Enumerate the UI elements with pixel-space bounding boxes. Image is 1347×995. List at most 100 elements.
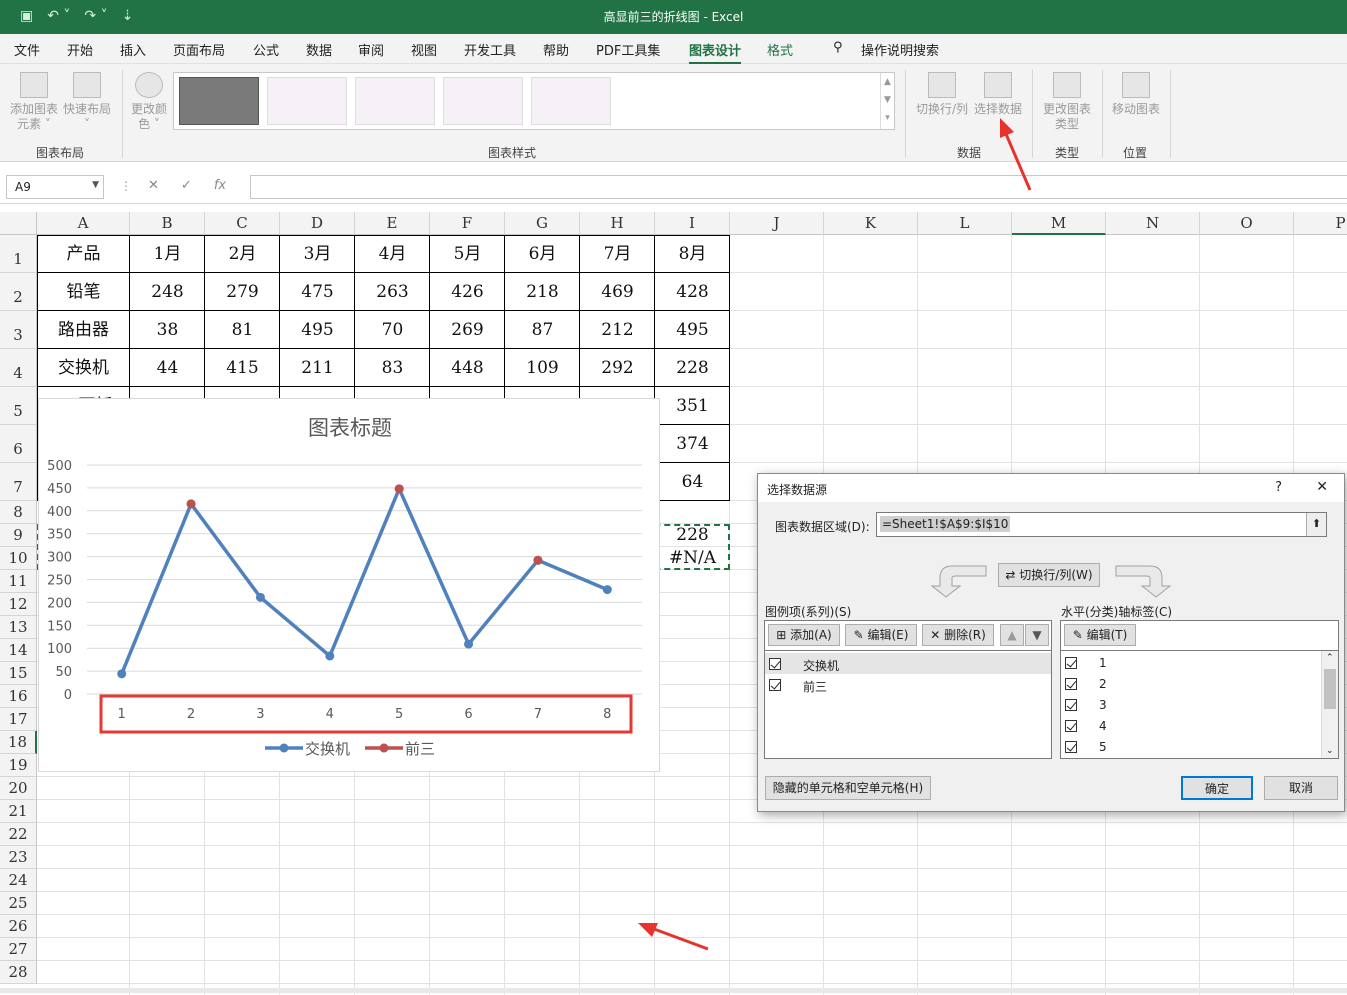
value-cell[interactable]: 495: [280, 311, 355, 349]
tab-data[interactable]: 数据: [306, 40, 332, 59]
column-header-K[interactable]: K: [824, 212, 918, 235]
change-colors-button[interactable]: 更改颜色 ˅: [128, 72, 170, 132]
chart-style-2[interactable]: [267, 77, 347, 125]
value-cell[interactable]: 374: [655, 425, 730, 463]
column-header-D[interactable]: D: [280, 212, 355, 235]
series-list[interactable]: 交换机 前三: [764, 650, 1052, 759]
axis-label-checkbox[interactable]: [1065, 741, 1077, 753]
axis-label-checkbox[interactable]: [1065, 657, 1077, 669]
select-data-button[interactable]: 选择数据: [972, 72, 1024, 117]
tab-help[interactable]: 帮助: [543, 40, 569, 59]
column-header-C[interactable]: C: [205, 212, 280, 235]
value-cell[interactable]: 475: [280, 273, 355, 311]
axis-labels-list[interactable]: ⌃ ⌄ 1 2 3 4 5: [1060, 650, 1339, 759]
scrollbar[interactable]: ⌃ ⌄: [1321, 651, 1338, 758]
scroll-thumb[interactable]: [1324, 669, 1336, 709]
ok-button[interactable]: 确定: [1181, 776, 1253, 800]
remove-series-button[interactable]: ✕ 删除(R): [922, 624, 994, 646]
row-header-24[interactable]: 24: [0, 869, 37, 892]
value-cell[interactable]: 279: [205, 273, 280, 311]
value-cell[interactable]: 81: [205, 311, 280, 349]
dropdown-icon[interactable]: ▼: [92, 180, 99, 190]
row-header-23[interactable]: 23: [0, 846, 37, 869]
tab-developer[interactable]: 开发工具: [464, 40, 516, 59]
switch-row-column-button[interactable]: 切换行/列: [914, 72, 970, 117]
data-range-input[interactable]: =Sheet1!$A$9:$I$10 ⬆: [876, 512, 1327, 537]
row-label-cell[interactable]: 产品: [37, 235, 130, 273]
help-icon[interactable]: ?: [1275, 480, 1282, 495]
row-header-13[interactable]: 13: [0, 616, 37, 639]
column-header-L[interactable]: L: [918, 212, 1012, 235]
axis-label-checkbox[interactable]: [1065, 678, 1077, 690]
edit-series-button[interactable]: ✎ 编辑(E): [845, 624, 917, 646]
row-header-1[interactable]: 1: [0, 235, 37, 273]
cancel-icon[interactable]: ✕: [148, 178, 159, 193]
value-cell[interactable]: 248: [130, 273, 205, 311]
value-cell[interactable]: 1月: [130, 235, 205, 273]
row-header-14[interactable]: 14: [0, 639, 37, 662]
value-cell[interactable]: 269: [430, 311, 505, 349]
column-header-F[interactable]: F: [430, 212, 505, 235]
cancel-button[interactable]: 取消: [1264, 776, 1338, 800]
scroll-down-icon[interactable]: ⌄: [1326, 746, 1334, 756]
quick-layout-button[interactable]: 快速布局 ˅: [62, 72, 112, 132]
confirm-icon[interactable]: ✓: [181, 178, 192, 193]
row-header-21[interactable]: 21: [0, 800, 37, 823]
row-header-4[interactable]: 4: [0, 349, 37, 387]
value-cell[interactable]: 351: [655, 387, 730, 425]
value-cell[interactable]: 64: [655, 463, 730, 501]
value-cell[interactable]: 5月: [430, 235, 505, 273]
row-label-cell[interactable]: 交换机: [37, 349, 130, 387]
value-cell[interactable]: 7月: [580, 235, 655, 273]
row-header-28[interactable]: 28: [0, 961, 37, 984]
row-header-15[interactable]: 15: [0, 662, 37, 685]
value-cell[interactable]: 38: [130, 311, 205, 349]
collapse-icon[interactable]: ⬆: [1306, 513, 1326, 536]
tab-view[interactable]: 视图: [411, 40, 437, 59]
value-cell[interactable]: 3月: [280, 235, 355, 273]
column-header-H[interactable]: H: [580, 212, 655, 235]
select-all-corner[interactable]: [0, 212, 37, 235]
move-down-button[interactable]: ▼: [1025, 624, 1049, 646]
value-cell[interactable]: 292: [580, 349, 655, 387]
value-cell[interactable]: 428: [655, 273, 730, 311]
chart-style-1[interactable]: [179, 77, 259, 125]
series-checkbox[interactable]: [769, 658, 781, 670]
column-header-J[interactable]: J: [730, 212, 824, 235]
column-header-A[interactable]: A: [37, 212, 130, 235]
chart-styles-gallery[interactable]: ▲ ▼ ▾: [173, 72, 895, 130]
name-box[interactable]: A9 ▼: [6, 175, 104, 199]
column-header-B[interactable]: B: [130, 212, 205, 235]
value-cell[interactable]: 218: [505, 273, 580, 311]
value-cell[interactable]: 415: [205, 349, 280, 387]
value-cell[interactable]: 448: [430, 349, 505, 387]
change-chart-type-button[interactable]: 更改图表类型: [1040, 72, 1094, 132]
list-item[interactable]: 前三: [765, 674, 1051, 695]
list-item[interactable]: 5: [1061, 737, 1319, 758]
value-cell[interactable]: 426: [430, 273, 505, 311]
list-item[interactable]: 3: [1061, 695, 1319, 716]
row-header-5[interactable]: 5: [0, 387, 37, 425]
row-header-26[interactable]: 26: [0, 915, 37, 938]
value-cell[interactable]: 83: [355, 349, 430, 387]
tab-insert[interactable]: 插入: [120, 40, 146, 59]
tab-file[interactable]: 文件: [14, 40, 40, 59]
row-header-27[interactable]: 27: [0, 938, 37, 961]
row-header-2[interactable]: 2: [0, 273, 37, 311]
value-cell[interactable]: 87: [505, 311, 580, 349]
hidden-empty-cells-button[interactable]: 隐藏的单元格和空单元格(H): [765, 776, 931, 800]
column-header-M[interactable]: M: [1012, 212, 1106, 235]
axis-label-checkbox[interactable]: [1065, 720, 1077, 732]
row-header-16[interactable]: 16: [0, 685, 37, 708]
add-series-button[interactable]: ⊞ 添加(A): [768, 624, 840, 646]
row-label-cell[interactable]: 路由器: [37, 311, 130, 349]
list-item[interactable]: 1: [1061, 653, 1319, 674]
row-header-18[interactable]: 18: [0, 731, 37, 754]
column-header-O[interactable]: O: [1200, 212, 1294, 235]
add-chart-element-button[interactable]: 添加图表元素 ˅: [6, 72, 62, 132]
value-cell[interactable]: 228: [655, 349, 730, 387]
value-cell[interactable]: 70: [355, 311, 430, 349]
row-header-10[interactable]: 10: [0, 547, 37, 570]
value-cell[interactable]: 263: [355, 273, 430, 311]
row-label-cell[interactable]: 铅笔: [37, 273, 130, 311]
